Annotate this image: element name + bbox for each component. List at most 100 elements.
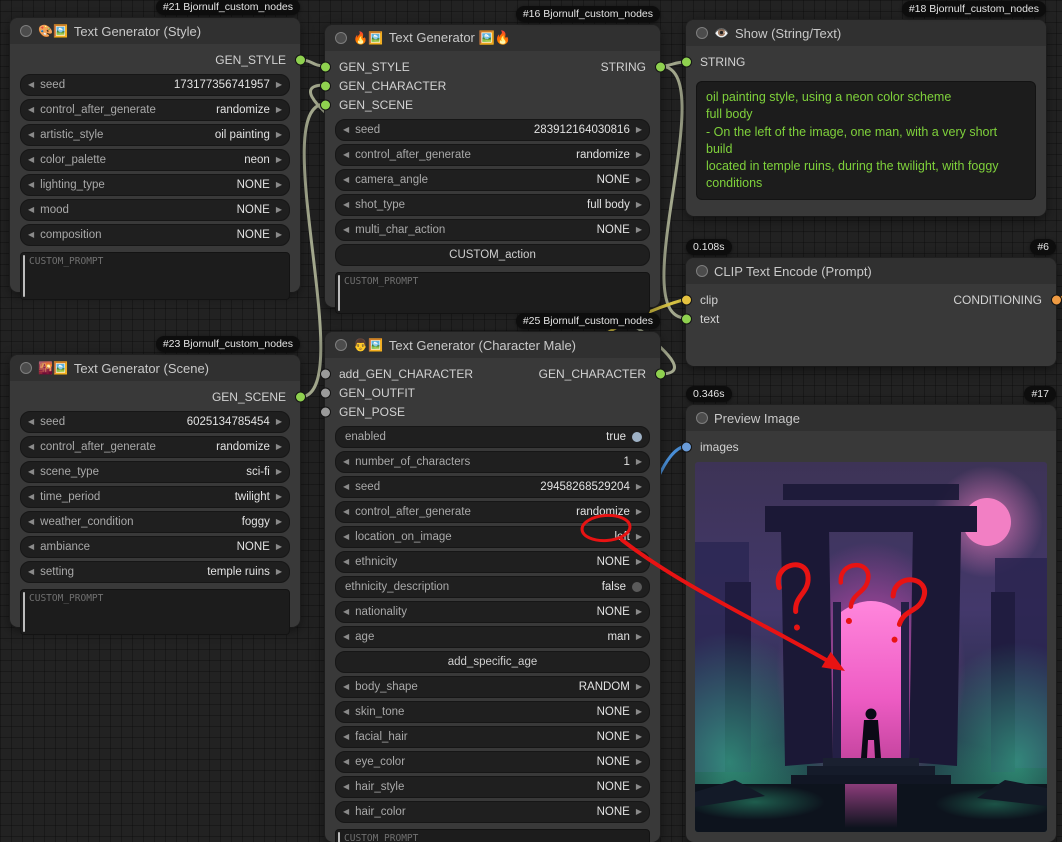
- arrow-left-icon[interactable]: ◀: [343, 151, 349, 159]
- widget-time-period[interactable]: ◀ time_period twilight ▶: [20, 486, 290, 508]
- arrow-left-icon[interactable]: ◀: [28, 206, 34, 214]
- widget-multi-char-action[interactable]: ◀ multi_char_action NONE ▶: [335, 219, 650, 241]
- arrow-right-icon[interactable]: ▶: [276, 81, 282, 89]
- output-dot-gen-style[interactable]: [295, 54, 306, 65]
- arrow-left-icon[interactable]: ◀: [28, 443, 34, 451]
- arrow-left-icon[interactable]: ◀: [343, 783, 349, 791]
- arrow-right-icon[interactable]: ▶: [636, 508, 642, 516]
- arrow-right-icon[interactable]: ▶: [276, 468, 282, 476]
- arrow-right-icon[interactable]: ▶: [636, 683, 642, 691]
- widget-ambiance[interactable]: ◀ ambiance NONE ▶: [20, 536, 290, 558]
- arrow-right-icon[interactable]: ▶: [276, 156, 282, 164]
- input-dot-clip[interactable]: [681, 294, 692, 305]
- widget-weather-condition[interactable]: ◀ weather_condition foggy ▶: [20, 511, 290, 533]
- arrow-left-icon[interactable]: ◀: [28, 518, 34, 526]
- widget-setting[interactable]: ◀ setting temple ruins ▶: [20, 561, 290, 583]
- arrow-left-icon[interactable]: ◀: [28, 493, 34, 501]
- arrow-left-icon[interactable]: ◀: [343, 733, 349, 741]
- output-dot-gen-scene[interactable]: [295, 391, 306, 402]
- widget-add-specific-age-button[interactable]: add_specific_age: [335, 651, 650, 673]
- widget-hair-color[interactable]: ◀ hair_color NONE ▶: [335, 801, 650, 823]
- node-text-generator-main[interactable]: #16 Bjornulf_custom_nodes 🔥🖼️ Text Gener…: [325, 25, 660, 307]
- arrow-right-icon[interactable]: ▶: [276, 443, 282, 451]
- arrow-left-icon[interactable]: ◀: [28, 81, 34, 89]
- input-dot-gen-outfit[interactable]: [320, 387, 331, 398]
- widget-ethnicity[interactable]: ◀ ethnicity NONE ▶: [335, 551, 650, 573]
- arrow-right-icon[interactable]: ▶: [636, 226, 642, 234]
- collapse-dot-icon[interactable]: [696, 27, 708, 39]
- arrow-left-icon[interactable]: ◀: [28, 568, 34, 576]
- collapse-dot-icon[interactable]: [696, 265, 708, 277]
- arrow-left-icon[interactable]: ◀: [343, 758, 349, 766]
- widget-control-after-generate[interactable]: ◀ control_after_generate randomize ▶: [20, 99, 290, 121]
- collapse-dot-icon[interactable]: [335, 32, 347, 44]
- node-text-generator-scene[interactable]: #23 Bjornulf_custom_nodes 🌇🖼️ Text Gener…: [10, 355, 300, 627]
- arrow-right-icon[interactable]: ▶: [636, 126, 642, 134]
- arrow-left-icon[interactable]: ◀: [343, 508, 349, 516]
- widget-age[interactable]: ◀ age man ▶: [335, 626, 650, 648]
- arrow-left-icon[interactable]: ◀: [343, 226, 349, 234]
- input-dot-gen-scene[interactable]: [320, 99, 331, 110]
- widget-facial-hair[interactable]: ◀ facial_hair NONE ▶: [335, 726, 650, 748]
- widget-lighting-type[interactable]: ◀ lighting_type NONE ▶: [20, 174, 290, 196]
- arrow-left-icon[interactable]: ◀: [28, 156, 34, 164]
- arrow-right-icon[interactable]: ▶: [636, 458, 642, 466]
- arrow-right-icon[interactable]: ▶: [636, 633, 642, 641]
- node-header[interactable]: Preview Image: [686, 405, 1056, 431]
- collapse-dot-icon[interactable]: [335, 339, 347, 351]
- collapse-dot-icon[interactable]: [696, 412, 708, 424]
- node-header[interactable]: 🔥🖼️ Text Generator 🖼️🔥: [325, 25, 660, 51]
- node-header[interactable]: 🎨🖼️ Text Generator (Style): [10, 18, 300, 44]
- arrow-right-icon[interactable]: ▶: [636, 808, 642, 816]
- arrow-left-icon[interactable]: ◀: [343, 608, 349, 616]
- arrow-right-icon[interactable]: ▶: [636, 176, 642, 184]
- arrow-left-icon[interactable]: ◀: [28, 106, 34, 114]
- arrow-left-icon[interactable]: ◀: [343, 708, 349, 716]
- preview-image[interactable]: [695, 462, 1047, 832]
- widget-eye-color[interactable]: ◀ eye_color NONE ▶: [335, 751, 650, 773]
- node-header[interactable]: 👨🖼️ Text Generator (Character Male): [325, 332, 660, 358]
- node-text-generator-style[interactable]: #21 Bjornulf_custom_nodes 🎨🖼️ Text Gener…: [10, 18, 300, 292]
- widget-skin-tone[interactable]: ◀ skin_tone NONE ▶: [335, 701, 650, 723]
- node-canvas[interactable]: #21 Bjornulf_custom_nodes 🎨🖼️ Text Gener…: [0, 0, 1062, 842]
- arrow-left-icon[interactable]: ◀: [28, 131, 34, 139]
- custom-prompt-textarea[interactable]: CUSTOM_PROMPT: [335, 272, 650, 314]
- input-dot-gen-character[interactable]: [320, 80, 331, 91]
- custom-prompt-textarea[interactable]: CUSTOM_PROMPT: [20, 589, 290, 635]
- collapse-dot-icon[interactable]: [20, 25, 32, 37]
- arrow-left-icon[interactable]: ◀: [343, 176, 349, 184]
- arrow-right-icon[interactable]: ▶: [636, 708, 642, 716]
- widget-color-palette[interactable]: ◀ color_palette neon ▶: [20, 149, 290, 171]
- arrow-right-icon[interactable]: ▶: [636, 758, 642, 766]
- arrow-left-icon[interactable]: ◀: [343, 458, 349, 466]
- arrow-right-icon[interactable]: ▶: [636, 483, 642, 491]
- arrow-right-icon[interactable]: ▶: [276, 493, 282, 501]
- node-preview-image[interactable]: 0.346s #17 Preview Image images: [686, 405, 1056, 842]
- toggle-knob-icon[interactable]: [632, 582, 642, 592]
- widget-composition[interactable]: ◀ composition NONE ▶: [20, 224, 290, 246]
- node-show-string-text[interactable]: #18 Bjornulf_custom_nodes 👁️ Show (Strin…: [686, 20, 1046, 216]
- arrow-left-icon[interactable]: ◀: [343, 558, 349, 566]
- arrow-right-icon[interactable]: ▶: [636, 201, 642, 209]
- node-clip-text-encode[interactable]: 0.108s #6 CLIP Text Encode (Prompt) clip…: [686, 258, 1056, 366]
- custom-prompt-textarea[interactable]: CUSTOM_PROMPT: [335, 829, 650, 842]
- widget-scene-type[interactable]: ◀ scene_type sci-fi ▶: [20, 461, 290, 483]
- node-header[interactable]: 👁️ Show (String/Text): [686, 20, 1046, 46]
- arrow-right-icon[interactable]: ▶: [636, 608, 642, 616]
- toggle-knob-icon[interactable]: [632, 432, 642, 442]
- widget-seed[interactable]: ◀ seed 283912164030816 ▶: [335, 119, 650, 141]
- output-dot-string[interactable]: [655, 61, 666, 72]
- arrow-right-icon[interactable]: ▶: [636, 558, 642, 566]
- arrow-right-icon[interactable]: ▶: [276, 518, 282, 526]
- collapse-dot-icon[interactable]: [20, 362, 32, 374]
- arrow-left-icon[interactable]: ◀: [343, 683, 349, 691]
- output-dot-gen-character[interactable]: [655, 368, 666, 379]
- arrow-left-icon[interactable]: ◀: [343, 533, 349, 541]
- widget-ethnicity-description-toggle[interactable]: ethnicity_description false: [335, 576, 650, 598]
- input-dot-gen-pose[interactable]: [320, 406, 331, 417]
- widget-shot-type[interactable]: ◀ shot_type full body ▶: [335, 194, 650, 216]
- show-text-output[interactable]: oil painting style, using a neon color s…: [696, 81, 1036, 200]
- custom-prompt-textarea[interactable]: CUSTOM_PROMPT: [20, 252, 290, 300]
- arrow-right-icon[interactable]: ▶: [636, 733, 642, 741]
- node-header[interactable]: CLIP Text Encode (Prompt): [686, 258, 1056, 284]
